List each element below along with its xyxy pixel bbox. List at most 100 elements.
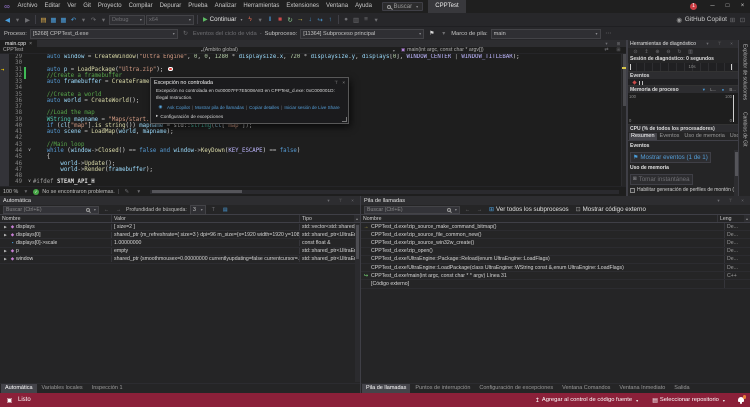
show-events-button[interactable]: ⚑ Mostrar eventos (1 de 1) [630,151,711,163]
copy-details-link[interactable]: Copiar detalles [249,105,279,110]
live-share-link[interactable]: Iniciar sesión de Live Share [284,105,339,110]
save-icon[interactable]: ▦ [49,16,58,24]
break-all-icon[interactable]: ‖ [266,16,275,23]
show-all-threads-button[interactable]: ⊞ Ver todos los subprocesos [487,206,571,213]
flag-threads-icon[interactable]: ⚑ [427,31,436,37]
diag-tab-memoria[interactable]: Uso de memoria [682,133,726,140]
thread-combo[interactable]: [11364] Subproceso principal ▾ [300,28,425,39]
autos-search[interactable]: Buscar (Ctrl+E) ▾ [3,205,99,214]
layers-icon[interactable]: ▤ [221,207,230,213]
autos-caret[interactable]: ▾ [324,198,333,204]
redo-icon[interactable]: ↷ [89,16,98,24]
health-indicator-icon[interactable]: ✓ [33,188,40,195]
autos-scrollbar[interactable] [355,224,360,382]
scroll-up-button[interactable]: ▴ [744,215,750,222]
resize-grip[interactable] [342,117,347,123]
code-line[interactable]: 49 ∨ #ifdef STEAM_API_H [0,179,626,186]
tab-git-changes[interactable]: Cambios de Git [742,112,748,146]
column-nombre[interactable]: Nombre [0,215,112,222]
menu-archivo[interactable]: Archivo [14,0,41,13]
background-tasks-icon[interactable]: ▣ [5,397,14,404]
callstack-close-icon[interactable]: × [738,198,747,204]
menu-ventana[interactable]: Ventana [323,0,352,13]
close-button[interactable]: × [735,0,750,13]
stack-frame-row[interactable]: [Código externo] [361,280,750,289]
menu-depurar[interactable]: Depurar [156,0,185,13]
heap-profiling-checkbox[interactable]: Habilitar generación de perfiles de mont… [630,187,736,193]
search-forward-icon[interactable]: → [114,207,123,213]
pin-icon[interactable]: ⊤ [334,80,338,86]
tab-watch1[interactable]: Inspección 1 [88,384,127,393]
hex-display-icon[interactable]: T [209,207,218,213]
debugbar-overflow-icon[interactable]: ⋯ [604,31,613,37]
menu-git[interactable]: Git [80,0,95,13]
code-editor[interactable]: 29 auto window = CreateWindow("Ultra Eng… [0,54,626,186]
tab-main-cpp[interactable]: main.cpp × [0,40,37,47]
menu-editar[interactable]: Editar [41,0,64,13]
minimize-button[interactable]: ─ [705,0,720,13]
menu-ver[interactable]: Ver [64,0,80,13]
diag-timeline[interactable]: 10s [628,63,738,72]
search-back-icon[interactable]: ← [463,207,472,213]
new-tab-icon[interactable]: ⊞ [614,41,623,47]
solution-config-combo[interactable]: Debug ▾ [109,14,145,25]
vs-logo-icon[interactable]: ∞ [0,0,14,13]
tab-close-icon[interactable]: × [29,41,32,47]
select-repository-button[interactable]: ▤ Seleccionar repositorio ▾ [650,397,727,404]
breadcrumb-scope[interactable]: (Ámbito global) ▾ [203,47,395,53]
breadcrumb-member[interactable]: ▣ main(int argc, const char * argv[]) [401,47,484,53]
nav-back-caret[interactable]: ▾ [13,16,22,24]
tab-exception-settings[interactable]: Configuración de excepciones [475,384,557,393]
popup-close-icon[interactable]: × [342,80,345,86]
find-in-files-icon[interactable]: ≡ [362,16,371,23]
chart-icon[interactable]: ▥ [686,49,695,55]
lifecycle-events-icon[interactable]: ↻ [181,31,190,37]
autos-pin-icon[interactable]: ⊤ [336,198,345,204]
stack-frame-row[interactable]: ↪ CPPTest_d.exe!main(int argc, const char… [361,272,750,281]
save-all-icon[interactable]: ▦ [59,16,68,24]
take-snapshot-button[interactable]: ◙ Tomar instantánea [630,173,693,185]
restore-button[interactable]: □ [720,0,735,13]
scrollbar-thumb[interactable] [623,54,626,106]
stack-frame-row[interactable]: CPPTest_d.exe!UltraEngine::LoadPackage(c… [361,263,750,273]
show-next-statement-icon[interactable]: → [296,16,305,23]
hot-reload-icon[interactable]: ϟ [246,16,255,23]
expander-icon[interactable]: ▶ [2,225,9,229]
scrollbar-thumb[interactable] [734,152,738,176]
menu-herramientas[interactable]: Herramientas [240,0,283,13]
copilot-icon[interactable]: ◉ [675,16,684,24]
variable-row[interactable]: ▶ ◆ window shared_ptr {smoothmousex=0.00000… [0,256,360,264]
column-valor[interactable]: Valor [112,215,300,222]
callstack-search[interactable]: Buscar (Ctrl+E) ▾ [364,205,460,214]
notification-badge[interactable]: 1 [690,3,697,10]
compare-icon[interactable]: ⇄ [602,47,611,53]
copilot-panel-icon[interactable]: ⊞ [728,16,737,24]
expander-icon[interactable]: ▶ [2,257,9,261]
tab-immediate[interactable]: Ventana Inmediato [615,384,669,393]
diag-pin-icon[interactable]: ⊤ [715,41,724,47]
zoom-out-icon[interactable]: ⊖ [664,49,673,55]
variable-row[interactable]: ▪ displays[0]->scale 1.00000000 const float… [0,239,360,248]
step-into-icon[interactable]: ↓ [306,16,315,23]
zoom-caret[interactable]: ▾ [21,189,30,195]
search-forward-icon[interactable]: → [475,207,484,213]
exception-settings-link[interactable]: ▸ Configuración de excepciones [151,113,348,123]
diag-tab-cpu[interactable]: Uso de CPU [728,133,738,140]
breakpoints-window-icon[interactable]: ● [342,16,351,23]
exception-event-marker[interactable] [632,80,637,85]
diag-scrollbar[interactable] [734,150,738,196]
scrollbar-thumb[interactable] [152,190,243,193]
memory-section-header[interactable]: Memoria de proceso ▼ L... ● B... [628,86,738,93]
zoom-in-icon[interactable]: ⊕ [653,49,662,55]
output-window-icon[interactable]: ▥ [352,16,361,24]
tab-locals[interactable]: Variables locales [38,384,87,393]
flag-caret[interactable]: ▾ [439,31,448,37]
show-external-code-button[interactable]: ⊡ Mostrar código externo [574,206,648,213]
nav-forward-icon[interactable]: ▶ [23,16,32,24]
variable-row[interactable]: ▶ ◆ p empty std::shared_ptr<UltraEng... [0,248,360,256]
series-dot-icon[interactable]: ● [718,87,727,92]
depth-combo[interactable]: 3 ▾ [189,204,206,215]
stack-frame-row[interactable]: CPPTest_d.exe!zip_open() De... [361,247,750,256]
variable-row[interactable]: ▶ ◆ displays[ size=2 ] std::vector<std::sha… [0,223,360,232]
tab-output[interactable]: Salida [670,384,693,393]
